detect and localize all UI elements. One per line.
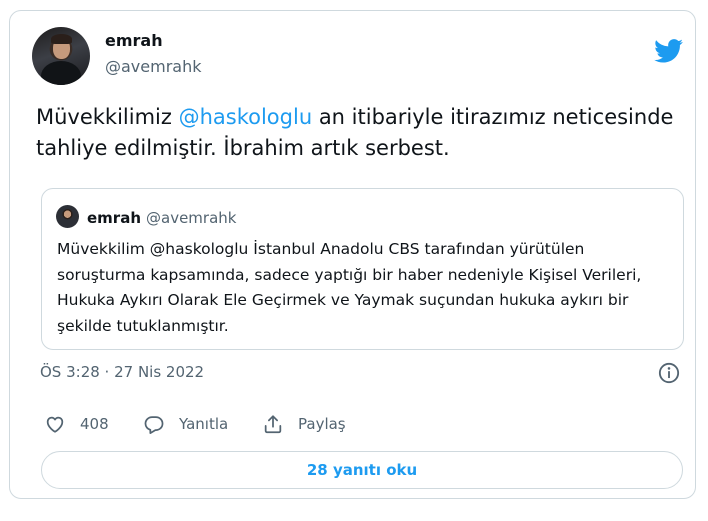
quoted-author-handle: @avemrahk [146, 209, 237, 227]
tweet-text-before: Müvekkilimiz [36, 105, 179, 129]
twitter-bird-icon[interactable] [654, 39, 684, 63]
reply-label: Yanıtla [179, 415, 229, 433]
like-button[interactable]: 408 [44, 411, 109, 437]
reply-icon [144, 416, 164, 434]
info-icon[interactable] [658, 362, 680, 384]
author-name[interactable]: emrah [105, 31, 163, 50]
share-label: Paylaş [298, 415, 346, 433]
quoted-avatar [56, 205, 79, 228]
quoted-tweet[interactable]: emrah @avemrahk Müvekkilim @haskologlu İ… [41, 188, 684, 350]
quoted-author-name: emrah [87, 209, 142, 227]
read-replies-button[interactable]: 28 yanıtı oku [41, 451, 683, 489]
author-handle[interactable]: @avemrahk [105, 57, 202, 76]
quoted-text: Müvekkilim @haskologlu İstanbul Anadolu … [57, 240, 642, 335]
like-count: 408 [80, 415, 109, 433]
timestamp[interactable]: ÖS 3:28 · 27 Nis 2022 [40, 363, 204, 381]
avatar[interactable] [32, 27, 90, 85]
tweet-text: Müvekkilimiz @haskologlu an itibariyle i… [36, 102, 676, 164]
reply-button[interactable]: Yanıtla [143, 411, 228, 437]
tweet-card: emrah @avemrahk Müvekkilimiz @haskologlu… [9, 10, 696, 499]
avatar-shoulders [41, 61, 81, 85]
heart-icon [46, 416, 64, 433]
share-button[interactable]: Paylaş [262, 411, 346, 437]
share-icon [264, 415, 282, 434]
avatar-hair [51, 34, 72, 44]
mention-link[interactable]: @haskologlu [179, 105, 313, 129]
